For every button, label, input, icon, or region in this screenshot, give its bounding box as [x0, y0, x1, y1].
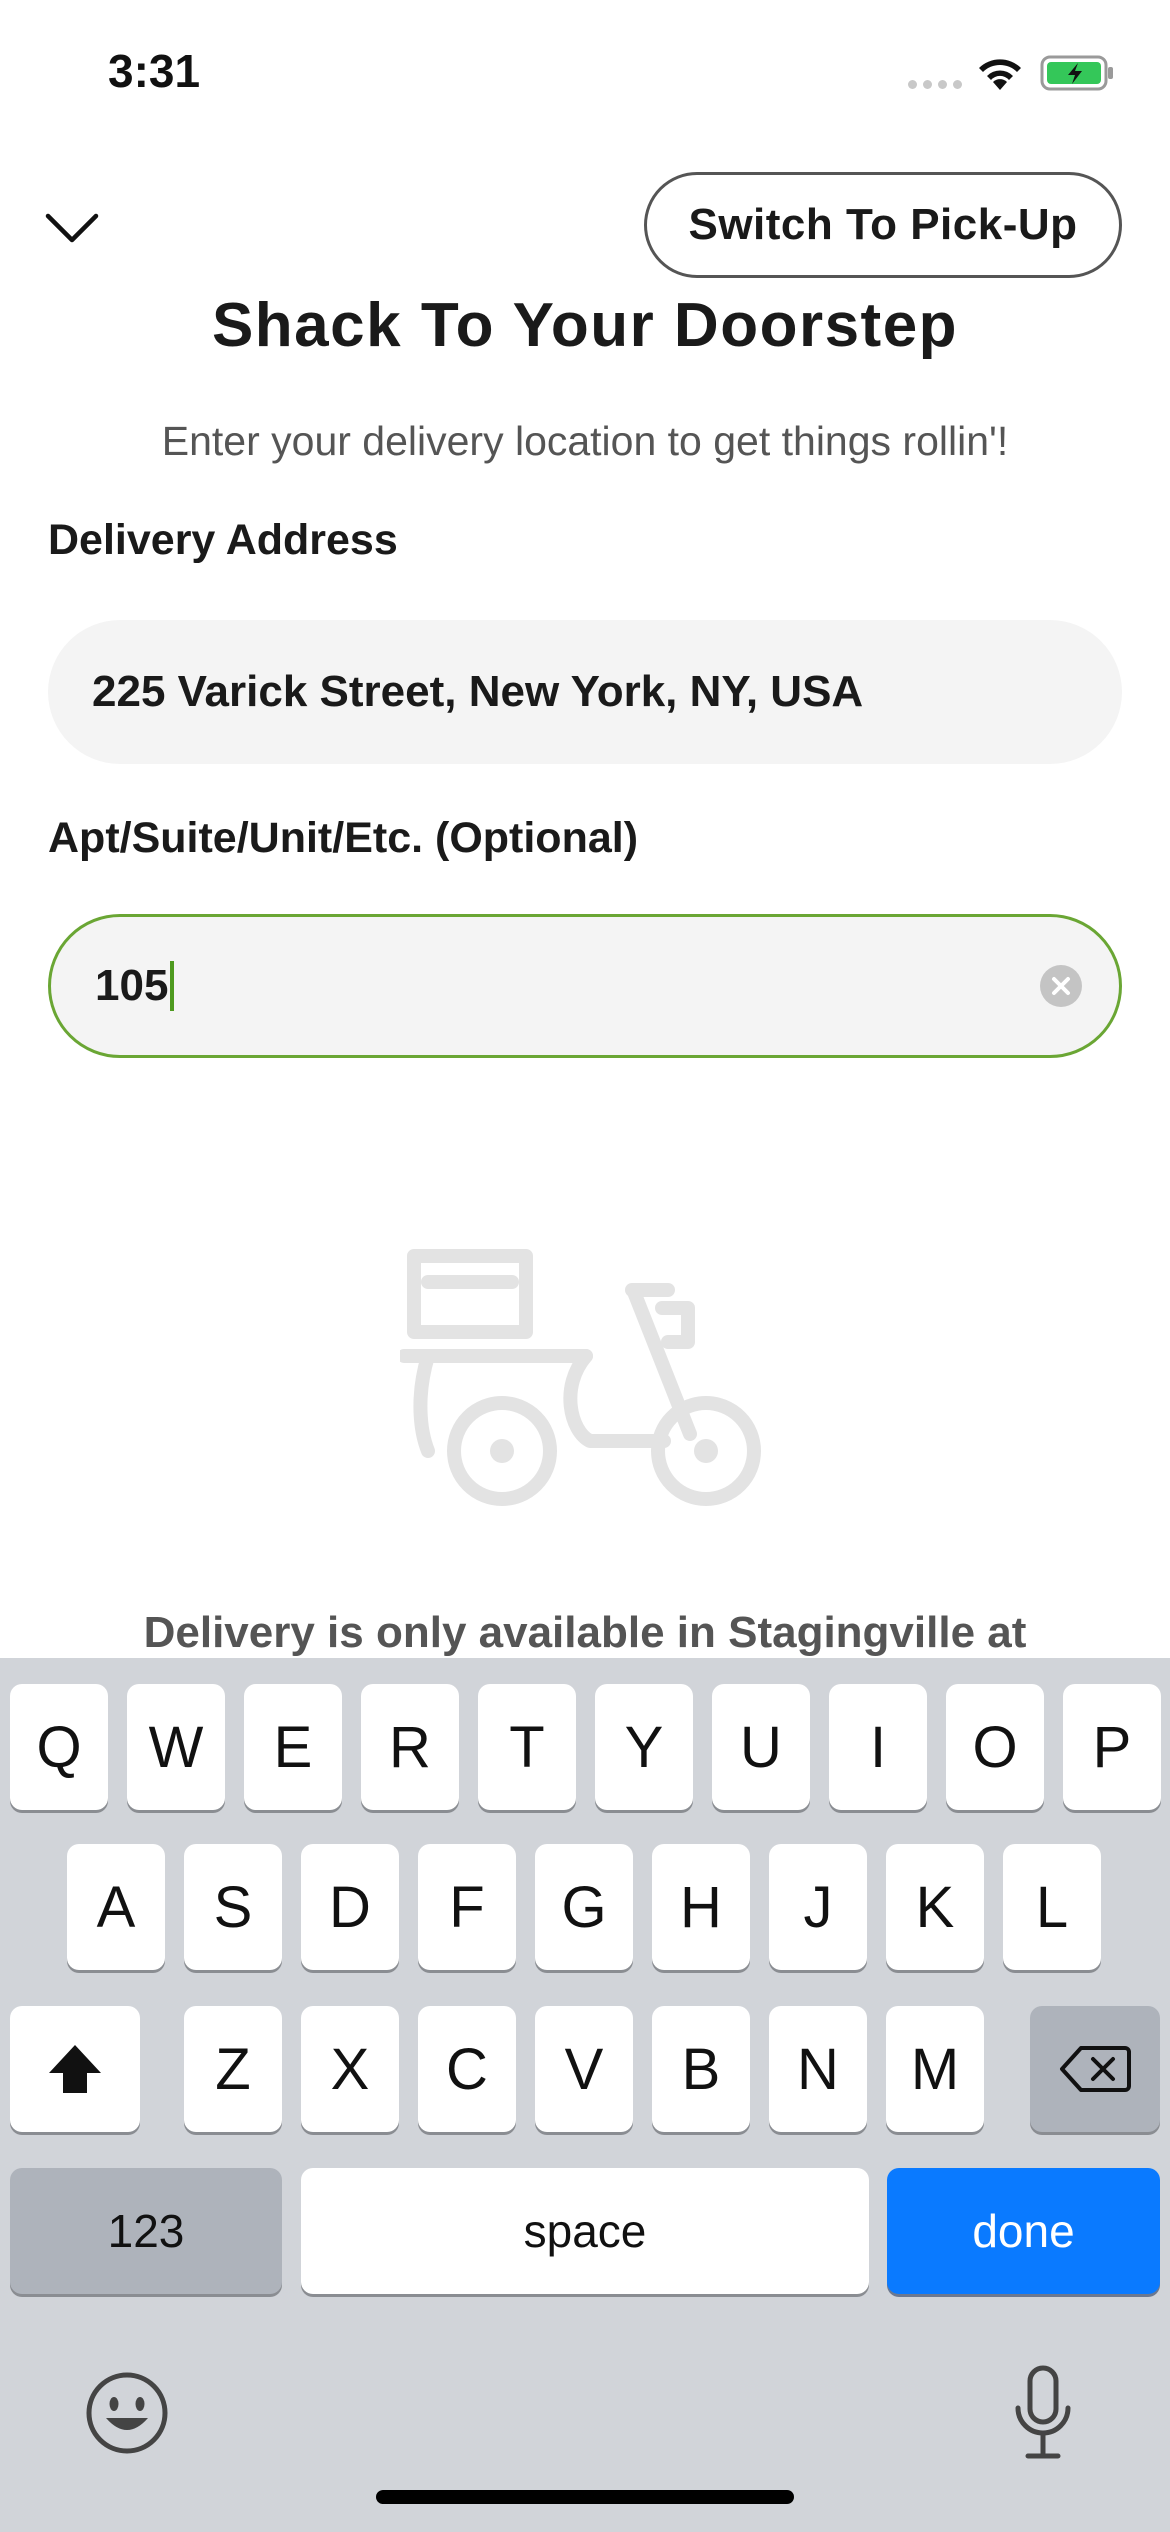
apt-suite-field[interactable]: 105 [48, 914, 1122, 1058]
delivery-address-label: Delivery Address [48, 516, 398, 564]
switch-to-pickup-button[interactable]: Switch To Pick-Up [644, 172, 1122, 278]
backspace-icon [1060, 2046, 1131, 2092]
delivery-availability-notice: Delivery is only available in Stagingvil… [143, 1608, 1027, 1657]
key-k[interactable]: K [886, 1844, 984, 1970]
key-a[interactable]: A [67, 1844, 165, 1970]
key-g[interactable]: G [535, 1844, 633, 1970]
key-n[interactable]: N [769, 2006, 867, 2132]
key-u[interactable]: U [712, 1684, 810, 1810]
key-o[interactable]: O [946, 1684, 1044, 1810]
key-m[interactable]: M [886, 2006, 984, 2132]
space-key[interactable]: space [301, 2168, 869, 2294]
key-s[interactable]: S [184, 1844, 282, 1970]
keyboard: Q W E R T Y U I O P A S D F G H J K L Z … [0, 1658, 1170, 2532]
page-title: Shack To Your Doorstep [211, 291, 959, 360]
apt-suite-value: 105 [95, 961, 169, 1010]
key-d[interactable]: D [301, 1844, 399, 1970]
key-x[interactable]: X [301, 2006, 399, 2132]
wifi-icon [979, 59, 1021, 90]
cellular-signal-icon [908, 80, 962, 89]
key-q[interactable]: Q [10, 1684, 108, 1810]
microphone-icon[interactable] [1008, 2364, 1078, 2464]
page-subtitle: Enter your delivery location to get thin… [161, 418, 1009, 464]
key-z[interactable]: Z [184, 2006, 282, 2132]
key-h[interactable]: H [652, 1844, 750, 1970]
chevron-down-icon[interactable] [44, 200, 100, 256]
scooter-icon [400, 1249, 761, 1506]
key-w[interactable]: W [127, 1684, 225, 1810]
text-cursor [170, 961, 175, 1011]
clear-icon[interactable] [1039, 964, 1083, 1008]
apt-suite-label: Apt/Suite/Unit/Etc. (Optional) [48, 814, 639, 862]
key-c[interactable]: C [418, 2006, 516, 2132]
key-l[interactable]: L [1003, 1844, 1101, 1970]
delivery-address-value: 225 Varick Street, New York, NY, USA [92, 667, 864, 716]
done-key[interactable]: done [887, 2168, 1160, 2294]
delivery-address-field[interactable]: 225 Varick Street, New York, NY, USA [48, 620, 1122, 764]
key-e[interactable]: E [244, 1684, 342, 1810]
status-bar: 3:31 [0, 0, 1170, 150]
key-y[interactable]: Y [595, 1684, 693, 1810]
numbers-key[interactable]: 123 [10, 2168, 282, 2294]
shift-key[interactable] [10, 2006, 140, 2132]
emoji-icon[interactable] [84, 2370, 170, 2456]
battery-icon [1040, 55, 1113, 91]
backspace-key[interactable] [1030, 2006, 1160, 2132]
key-f[interactable]: F [418, 1844, 516, 1970]
shift-icon [49, 2045, 101, 2093]
key-t[interactable]: T [478, 1684, 576, 1810]
status-time: 3:31 [108, 45, 201, 97]
key-p[interactable]: P [1063, 1684, 1161, 1810]
key-b[interactable]: B [652, 2006, 750, 2132]
key-i[interactable]: I [829, 1684, 927, 1810]
key-r[interactable]: R [361, 1684, 459, 1810]
home-indicator [376, 2490, 794, 2504]
key-j[interactable]: J [769, 1844, 867, 1970]
key-v[interactable]: V [535, 2006, 633, 2132]
